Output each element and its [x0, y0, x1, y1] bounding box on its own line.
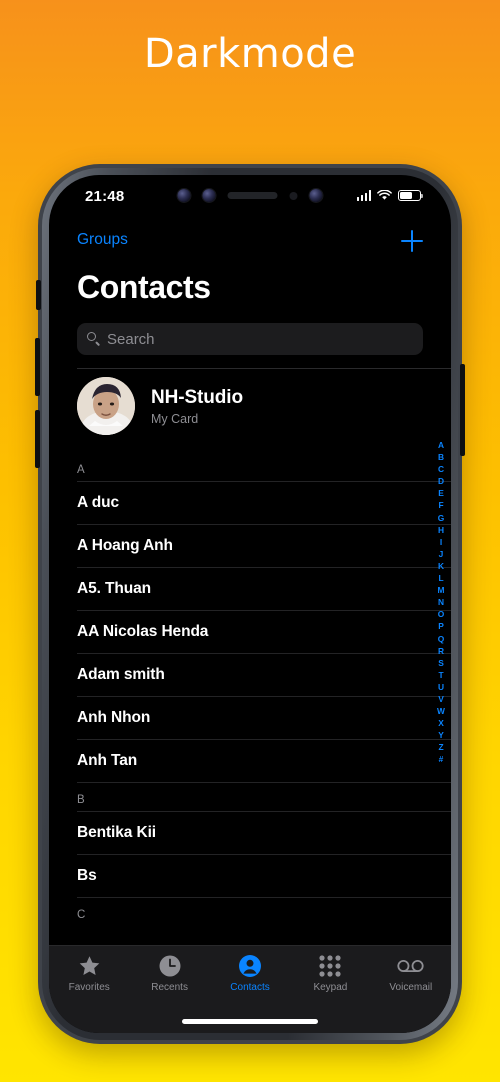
- contact-row[interactable]: A duc: [77, 481, 451, 524]
- my-card-row[interactable]: NH-Studio My Card: [77, 377, 243, 435]
- alphabet-index-rail[interactable]: A B C D E F G H I J K L M N O P Q R S T U V W X Y Z #: [434, 439, 448, 766]
- section-header: A: [49, 453, 451, 481]
- tab-label: Recents: [151, 982, 188, 993]
- section-header: B: [49, 783, 451, 811]
- contact-row[interactable]: AA Nicolas Henda: [77, 610, 451, 653]
- index-letter[interactable]: T: [438, 669, 443, 681]
- star-icon: [77, 953, 102, 978]
- phone-device-frame: 21:48 Groups Contacts Search NH-Studio M…: [35, 164, 465, 1044]
- voicemail-icon: [397, 953, 424, 978]
- status-time: 21:48: [85, 188, 125, 205]
- status-bar: 21:48: [49, 175, 451, 227]
- tab-label: Favorites: [68, 982, 110, 993]
- my-card-name: NH-Studio: [151, 386, 243, 408]
- person-circle-icon: [238, 953, 262, 978]
- search-input[interactable]: Search: [77, 323, 423, 355]
- camera-lens-icon: [202, 189, 216, 202]
- tab-label: Contacts: [230, 982, 270, 993]
- contact-row[interactable]: Bentika Kii: [77, 811, 451, 854]
- index-letter[interactable]: J: [439, 548, 444, 560]
- contact-name: A duc: [77, 494, 119, 511]
- earpiece-speaker-icon: [227, 192, 278, 199]
- contact-name: A Hoang Anh: [77, 537, 173, 554]
- nav-bar: Groups: [49, 227, 451, 263]
- index-letter[interactable]: K: [438, 560, 444, 572]
- index-letter[interactable]: E: [438, 487, 444, 499]
- index-letter[interactable]: P: [438, 620, 444, 632]
- home-indicator[interactable]: [182, 1019, 318, 1024]
- contact-name: Bs: [77, 867, 97, 884]
- contact-row[interactable]: Bs: [77, 854, 451, 898]
- contact-name: Bentika Kii: [77, 824, 157, 841]
- contact-name: Anh Tan: [77, 752, 138, 769]
- tab-voicemail[interactable]: Voicemail: [371, 953, 451, 1033]
- power-button[interactable]: [460, 364, 465, 456]
- index-letter[interactable]: C: [438, 463, 444, 475]
- index-letter[interactable]: M: [438, 584, 445, 596]
- front-sensor-cluster: [177, 189, 323, 202]
- my-card-subtitle: My Card: [151, 411, 199, 426]
- volume-up-button[interactable]: [35, 338, 40, 396]
- page-title: Darkmode: [143, 31, 357, 77]
- index-letter[interactable]: L: [438, 572, 443, 584]
- contact-name: A5. Thuan: [77, 580, 152, 597]
- cellular-signal-icon: [356, 190, 371, 201]
- camera-lens-icon: [309, 189, 323, 202]
- clock-icon: [158, 953, 182, 978]
- index-letter[interactable]: W: [437, 705, 445, 717]
- index-letter[interactable]: #: [439, 753, 444, 765]
- index-letter[interactable]: Y: [438, 729, 444, 741]
- plus-icon[interactable]: [397, 226, 427, 256]
- section-header: C: [49, 898, 451, 926]
- index-letter[interactable]: R: [438, 645, 444, 657]
- mute-switch-button[interactable]: [36, 280, 41, 310]
- index-letter[interactable]: D: [438, 475, 444, 487]
- search-placeholder: Search: [107, 330, 155, 348]
- index-letter[interactable]: O: [438, 608, 445, 620]
- contact-row[interactable]: Anh Nhon: [77, 696, 451, 739]
- proximity-sensor-icon: [289, 191, 298, 200]
- phone-screen: 21:48 Groups Contacts Search NH-Studio M…: [49, 175, 451, 1033]
- groups-button[interactable]: Groups: [77, 231, 128, 249]
- search-icon: [87, 332, 101, 346]
- index-letter[interactable]: Q: [438, 633, 445, 645]
- divider: [77, 368, 451, 369]
- contact-name: Adam smith: [77, 666, 165, 683]
- status-indicators: [356, 190, 423, 201]
- tab-label: Voicemail: [389, 982, 433, 993]
- index-letter[interactable]: Z: [438, 741, 443, 753]
- contact-name: AA Nicolas Henda: [77, 623, 209, 640]
- index-letter[interactable]: H: [438, 524, 444, 536]
- tab-favorites[interactable]: Favorites: [49, 953, 129, 1033]
- index-letter[interactable]: N: [438, 596, 444, 608]
- contact-row[interactable]: Adam smith: [77, 653, 451, 696]
- contacts-list[interactable]: A A duc A Hoang Anh A5. Thuan AA Nicolas Hen…: [49, 453, 451, 945]
- index-letter[interactable]: B: [438, 451, 444, 463]
- volume-down-button[interactable]: [35, 410, 40, 468]
- page-heading-contacts: Contacts: [77, 269, 211, 305]
- avatar: [77, 377, 135, 435]
- contact-row[interactable]: A Hoang Anh: [77, 524, 451, 567]
- contact-name: Anh Nhon: [77, 709, 151, 726]
- index-letter[interactable]: U: [438, 681, 444, 693]
- contact-row[interactable]: Anh Tan: [77, 739, 451, 783]
- wifi-icon: [377, 190, 392, 200]
- index-letter[interactable]: I: [440, 536, 442, 548]
- keypad-grid-icon: [319, 953, 342, 978]
- camera-lens-icon: [177, 189, 191, 202]
- index-letter[interactable]: X: [438, 717, 444, 729]
- tab-label: Keypad: [313, 982, 348, 993]
- index-letter[interactable]: F: [438, 499, 443, 511]
- index-letter[interactable]: G: [438, 512, 445, 524]
- index-letter[interactable]: A: [438, 439, 444, 451]
- index-letter[interactable]: S: [438, 657, 444, 669]
- battery-icon: [398, 190, 423, 201]
- index-letter[interactable]: V: [438, 693, 444, 705]
- my-card-text: NH-Studio My Card: [151, 387, 243, 426]
- contact-row[interactable]: A5. Thuan: [77, 567, 451, 610]
